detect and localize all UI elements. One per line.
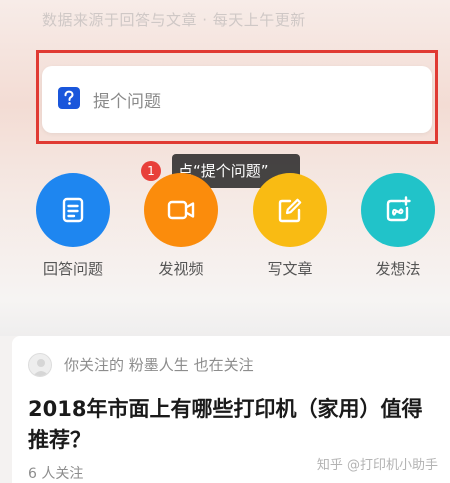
write-article-button[interactable]: 写文章 xyxy=(245,173,335,279)
answer-question-button[interactable]: 回答问题 xyxy=(28,173,118,279)
followed-user-name[interactable]: 粉墨人生 xyxy=(129,356,189,374)
follow-context: 你关注的 粉墨人生 也在关注 xyxy=(64,354,254,375)
section-divider xyxy=(0,300,450,336)
post-idea-label: 发想法 xyxy=(375,260,421,278)
post-idea-button[interactable]: 发想法 xyxy=(353,173,443,279)
post-video-button[interactable]: 发视频 xyxy=(136,173,226,279)
answer-doc-icon xyxy=(36,173,110,247)
question-title[interactable]: 2018年市面上有哪些打印机（家用）值得推荐？ xyxy=(28,394,428,456)
follow-suffix: 也在关注 xyxy=(193,356,254,374)
avatar[interactable] xyxy=(28,353,52,377)
follower-count: 6 人关注 xyxy=(28,466,84,482)
write-article-label: 写文章 xyxy=(267,260,313,278)
data-source-note: 数据来源于回答与文章 · 每天上午更新 xyxy=(42,11,306,29)
answer-question-label: 回答问题 xyxy=(42,260,103,278)
video-camera-icon xyxy=(144,173,218,247)
pencil-edit-icon xyxy=(253,173,327,247)
watermark: 知乎 @打印机小助手 xyxy=(316,458,438,473)
highlight-frame xyxy=(36,50,438,144)
quick-actions-row: 回答问题 发视频 写文章 发想法 xyxy=(0,173,450,283)
post-video-label: 发视频 xyxy=(158,260,204,278)
follow-prefix: 你关注的 xyxy=(64,356,125,374)
idea-add-icon xyxy=(361,173,435,247)
